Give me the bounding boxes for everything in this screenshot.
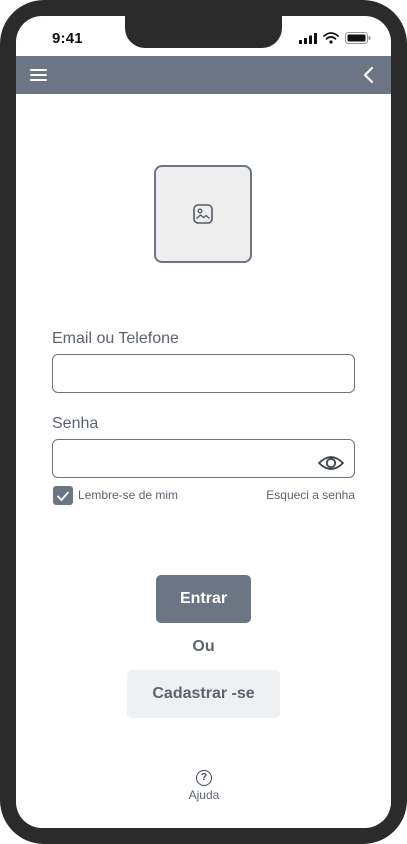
password-label: Senha [52, 415, 99, 432]
password-field[interactable] [52, 439, 355, 478]
email-field[interactable] [52, 354, 355, 393]
remember-me-label: Lembre-se de mim [78, 488, 179, 502]
logo-placeholder [154, 165, 252, 263]
status-time: 9:41 [52, 30, 83, 47]
or-divider-text: Ou [192, 638, 215, 655]
checkmark-icon [57, 491, 69, 501]
chevron-left-icon [363, 66, 374, 84]
forgot-password-link[interactable]: Esqueci a senha [266, 488, 355, 502]
signup-button[interactable]: Cadastrar -se [127, 670, 280, 718]
show-password-button[interactable] [317, 452, 345, 474]
screen: 9:41 Email ou Telefone Senha Lembre-se d… [16, 16, 391, 828]
email-label: Email ou Telefone [52, 330, 179, 347]
eye-icon [318, 456, 344, 470]
hamburger-menu-icon [30, 69, 47, 81]
phone-frame: 9:41 Email ou Telefone Senha Lembre-se d… [0, 0, 407, 844]
help-icon: ? [196, 770, 212, 786]
remember-me-checkbox[interactable] [53, 486, 73, 505]
wifi-icon [323, 32, 339, 44]
signal-icon [299, 32, 317, 44]
image-placeholder-icon [193, 204, 213, 224]
back-button[interactable] [359, 65, 379, 85]
help-button[interactable]: ? Ajuda [178, 770, 230, 802]
status-icons [299, 32, 371, 44]
menu-button[interactable] [28, 65, 50, 85]
battery-icon [345, 32, 371, 44]
help-label: Ajuda [188, 788, 220, 802]
notch [125, 16, 282, 48]
login-button[interactable]: Entrar [156, 575, 251, 623]
app-bar [16, 56, 391, 94]
